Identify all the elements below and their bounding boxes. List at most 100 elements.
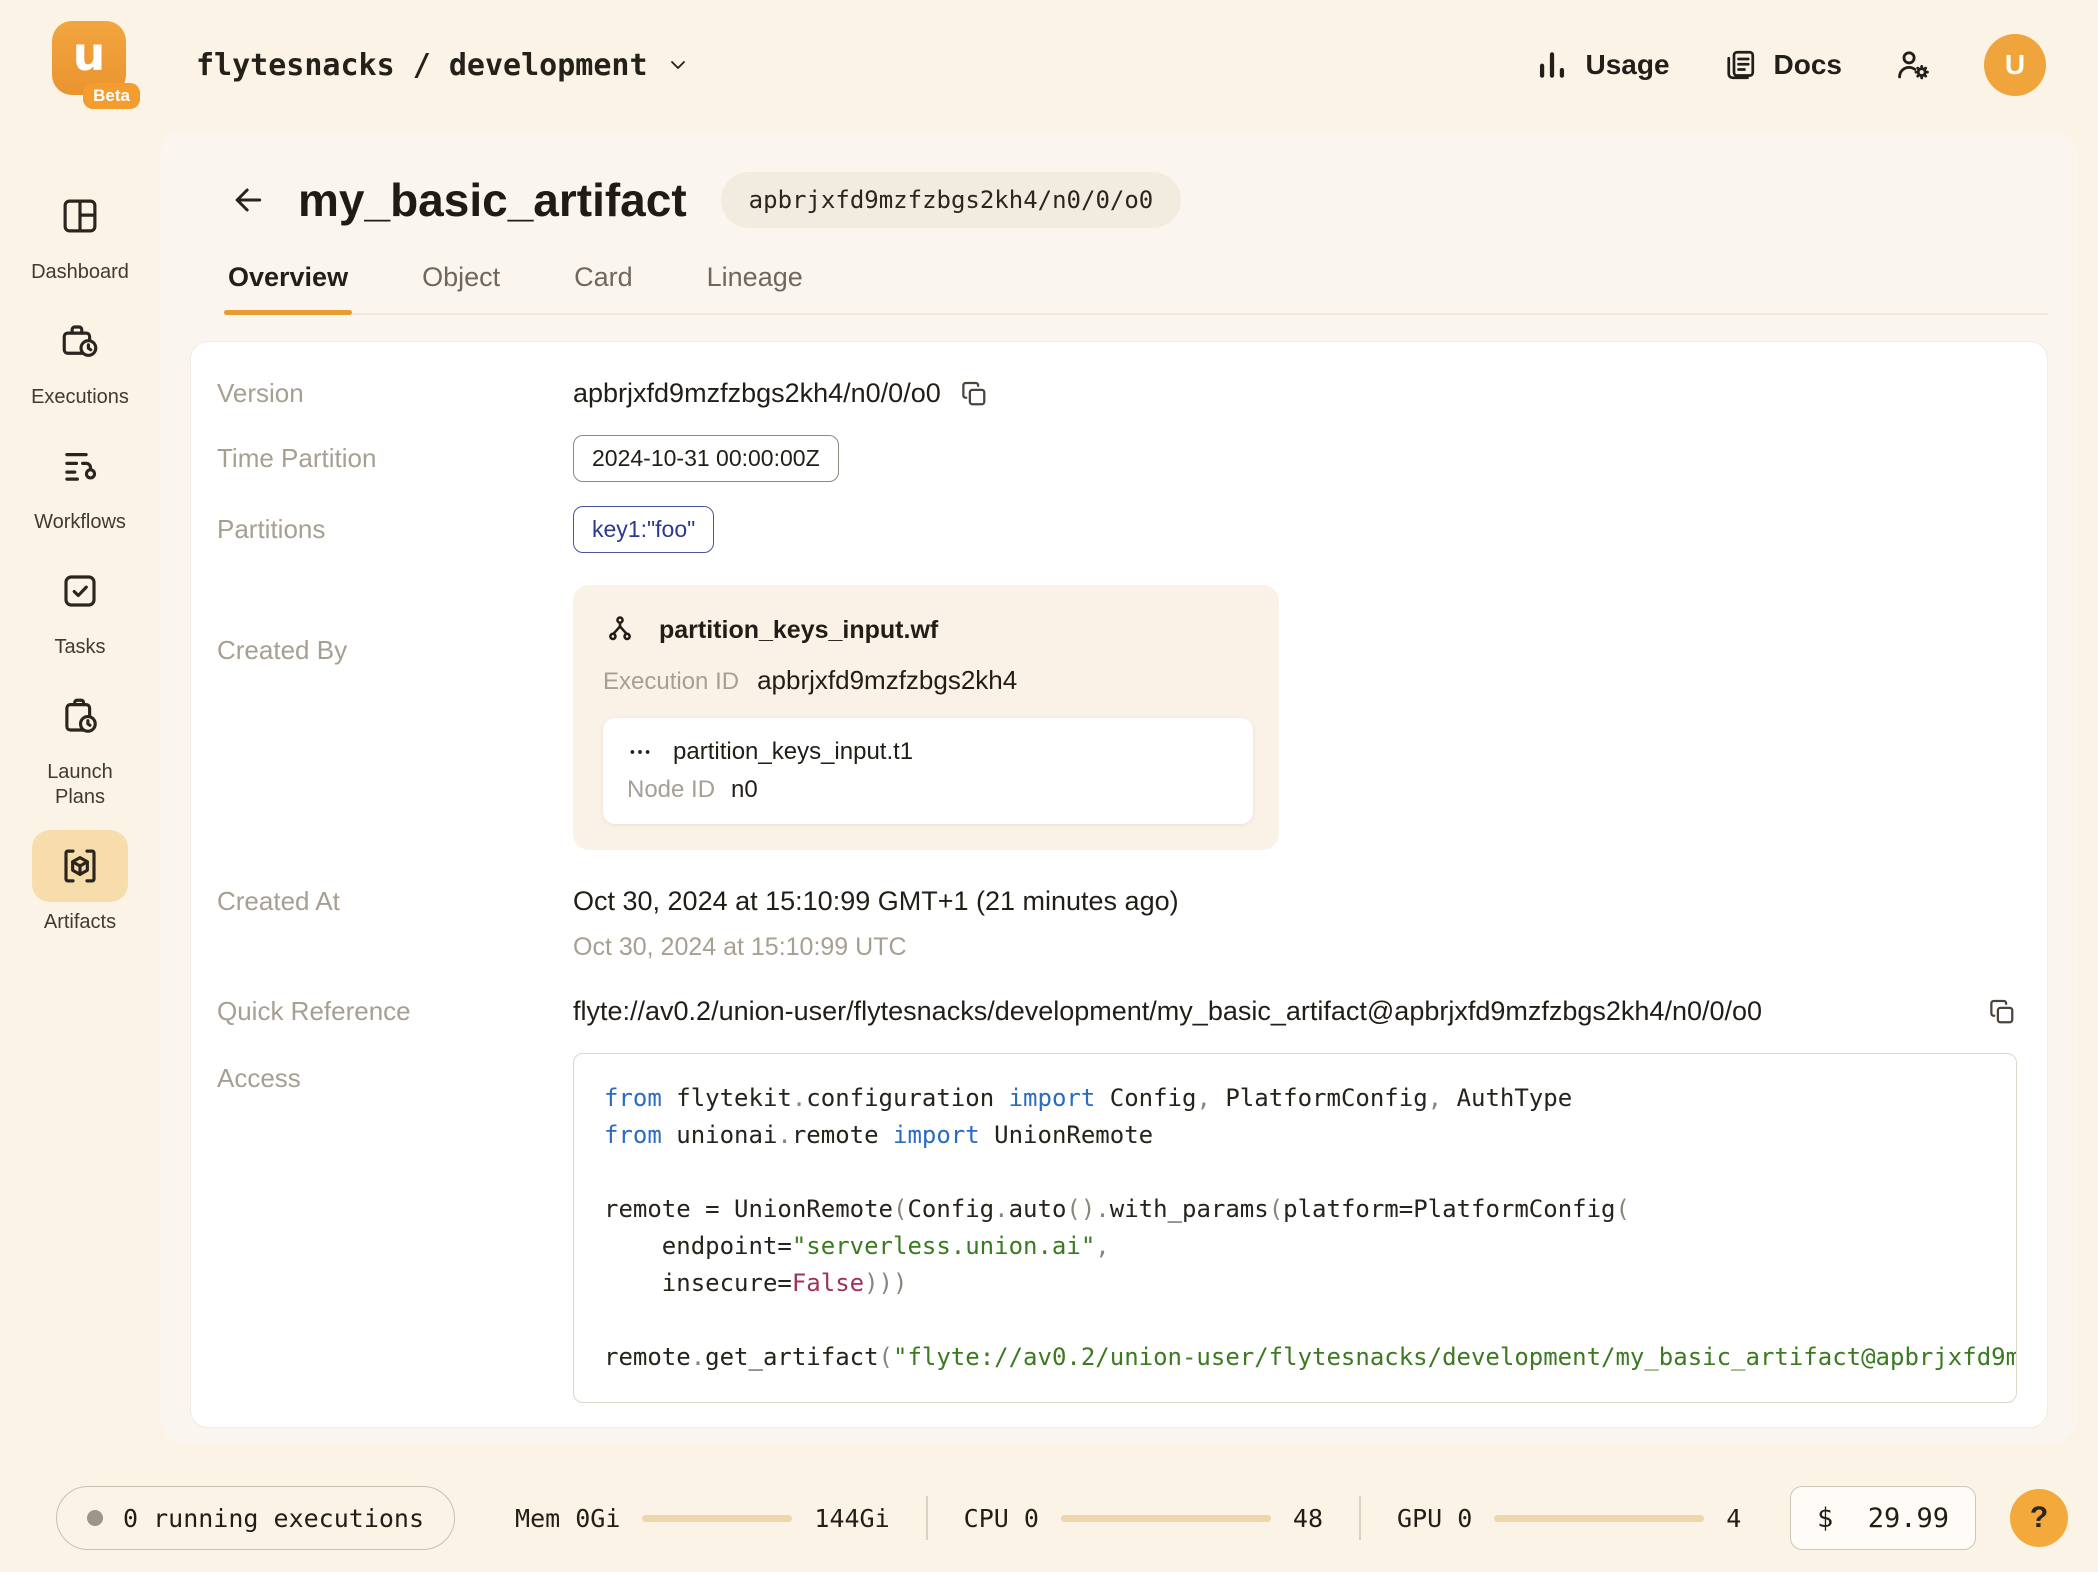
workflow-node-icon [609, 616, 631, 641]
code-token: "flyte://av0.2/union-user/flytesnacks/de… [893, 1343, 2016, 1371]
code-line: insecure=False))) [604, 1265, 1986, 1302]
artifact-version-badge: apbrjxfd9mzfzbgs2kh4/n0/0/o0 [720, 172, 1182, 228]
memory-max-label: 144Gi [814, 1503, 890, 1533]
cost-button[interactable]: $ 29.99 [1790, 1486, 1976, 1550]
docs-icon [1726, 50, 1754, 80]
sidebar-label: Tasks [54, 636, 106, 658]
code-token: remote = UnionRemote [604, 1195, 893, 1223]
code-token: configuration [806, 1084, 1009, 1112]
code-token: False [791, 1269, 865, 1297]
code-token: get_artifact [705, 1343, 879, 1371]
breadcrumb[interactable]: flytesnacks / development [196, 48, 690, 83]
help-label: ? [2029, 1501, 2049, 1534]
code-token: from [604, 1084, 662, 1112]
cpu-usage-label: CPU 0 [963, 1503, 1039, 1533]
avatar[interactable]: U [1984, 34, 2046, 96]
breadcrumb-text: flytesnacks / development [196, 47, 648, 83]
running-executions-pill[interactable]: 0 running executions [56, 1486, 456, 1550]
sidebar-item-executions[interactable]: Executions [5, 305, 155, 410]
avatar-letter: U [2004, 49, 2026, 80]
docs-label: Docs [1773, 49, 1842, 80]
executions-icon [32, 305, 128, 377]
help-button[interactable]: ? [2010, 1489, 2068, 1547]
memory-meter: Mem 0Gi 144Gi [515, 1504, 890, 1533]
copy-icon [961, 381, 986, 405]
tab-object[interactable]: Object [418, 262, 504, 313]
version-value: apbrjxfd9mzfzbgs2kh4/n0/0/o0 [573, 378, 941, 408]
cpu-meter: CPU 0 48 [964, 1504, 1323, 1533]
union-logo[interactable]: u Beta [52, 21, 140, 109]
usage-link[interactable]: Usage [1535, 48, 1670, 82]
created-by-row: Created By partition_keys_input.wf Execu… [217, 585, 2017, 850]
code-token: (). [1066, 1195, 1110, 1223]
docs-link[interactable]: Docs [1722, 47, 1842, 83]
sidebar-label: Executions [31, 386, 129, 408]
code-line: endpoint="serverless.union.ai", [604, 1228, 1986, 1265]
quick-reference-label: Quick Reference [217, 996, 411, 1026]
sidebar-item-dashboard[interactable]: Dashboard [5, 180, 155, 285]
version-row: Version apbrjxfd9mzfzbgs2kh4/n0/0/o0 [217, 378, 2017, 409]
tab-lineage[interactable]: Lineage [703, 262, 807, 313]
partitions-label: Partitions [217, 514, 326, 544]
execution-id-line: Execution ID apbrjxfd9mzfzbgs2kh4 [603, 665, 1253, 696]
quick-reference-row: Quick Reference flyte://av0.2/union-user… [217, 996, 2017, 1027]
main-panel: my_basic_artifact apbrjxfd9mzfzbgs2kh4/n… [160, 130, 2078, 1444]
access-row: Access from flytekit.configuration impor… [217, 1053, 2017, 1403]
sidebar-item-launch-plans[interactable]: Launch Plans [5, 680, 155, 810]
code-token: insecure= [604, 1269, 792, 1297]
code-token: import [1008, 1084, 1096, 1112]
creator-workflow-link[interactable]: partition_keys_input.wf [603, 613, 1253, 647]
cost-value: 29.99 [1867, 1502, 1949, 1534]
admin-button[interactable] [1894, 46, 1932, 84]
code-token: . [994, 1195, 1009, 1223]
chevron-down-icon [670, 61, 685, 69]
node-id-label: Node ID [627, 776, 716, 803]
code-token: , [1095, 1232, 1110, 1260]
access-label: Access [217, 1063, 301, 1093]
creator-task-card[interactable]: partition_keys_input.t1 Node ID n0 [603, 718, 1253, 824]
logo-letter: u [72, 27, 106, 81]
memory-usage-label: Mem 0Gi [515, 1503, 621, 1533]
copy-version-button[interactable] [959, 379, 989, 409]
code-token: ( [892, 1195, 908, 1223]
partitions-row: Partitions key1:"foo" [217, 506, 2017, 553]
code-token: unionai [661, 1121, 778, 1149]
node-id-value: n0 [731, 776, 758, 803]
copy-icon [1990, 999, 2014, 1023]
sidebar-label: Workflows [34, 511, 126, 533]
code-token: ( [878, 1343, 893, 1371]
topbar: u Beta flytesnacks / development Usage D… [0, 0, 2098, 130]
tab-card[interactable]: Card [570, 262, 637, 313]
quick-reference-value: flyte://av0.2/union-user/flytesnacks/dev… [573, 996, 1763, 1026]
sidebar-item-tasks[interactable]: Tasks [5, 555, 155, 660]
statusbar: 0 running executions Mem 0Gi 144Gi CPU 0… [0, 1444, 2098, 1572]
code-token: ( [1268, 1195, 1284, 1223]
sidebar-label: Launch Plans [47, 761, 113, 808]
divider [925, 1496, 928, 1540]
created-at-row: Created At Oct 30, 2024 at 15:10:99 GMT+… [217, 886, 2017, 962]
sidebar-item-artifacts[interactable]: Artifacts [5, 830, 155, 935]
code-token: . [791, 1084, 807, 1112]
usage-label: Usage [1585, 49, 1670, 80]
copy-quick-reference-button[interactable] [1987, 997, 2017, 1027]
code-line: from flytekit.configuration import Confi… [604, 1080, 1986, 1117]
sidebar-label: Dashboard [31, 261, 129, 283]
gpu-progress-bar [1494, 1514, 1705, 1522]
code-token: with_params [1109, 1195, 1269, 1223]
sidebar-item-workflows[interactable]: Workflows [5, 430, 155, 535]
created-by-label: Created By [217, 635, 348, 665]
code-token: remote [604, 1343, 691, 1371]
code-token: . [690, 1343, 706, 1371]
code-token: PlatformConfig [1225, 1084, 1428, 1112]
code-token: platform=PlatformConfig [1283, 1195, 1616, 1223]
code-token: "serverless.union.ai" [791, 1232, 1096, 1260]
code-token: ))) [864, 1269, 908, 1297]
creator-card: partition_keys_input.wf Execution ID apb… [573, 585, 1279, 850]
tab-overview[interactable]: Overview [224, 262, 353, 315]
back-button[interactable] [224, 176, 272, 224]
created-at-utc: Oct 30, 2024 at 15:10:99 UTC [573, 933, 907, 961]
sidebar-label: Artifacts [43, 911, 117, 933]
created-at-label: Created At [217, 886, 340, 916]
app-screen: u Beta flytesnacks / development Usage D… [0, 0, 2098, 1572]
